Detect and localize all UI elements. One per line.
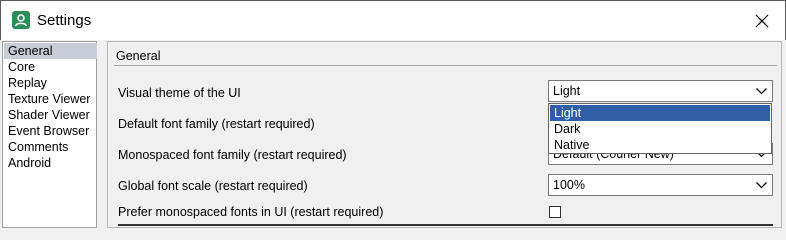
font-scale-select[interactable]: 100% xyxy=(548,174,773,196)
theme-option-native[interactable]: Native xyxy=(550,137,770,153)
settings-sidebar: General Core Replay Texture Viewer Shade… xyxy=(2,41,97,228)
mono-font-label: Monospaced font family (restart required… xyxy=(118,148,347,162)
theme-option-dark[interactable]: Dark xyxy=(550,121,770,137)
sidebar-item-shader-viewer[interactable]: Shader Viewer xyxy=(4,107,97,123)
font-scale-label: Global font scale (restart required) xyxy=(118,179,308,193)
sidebar-item-replay[interactable]: Replay xyxy=(4,75,97,91)
group-bottom-border xyxy=(118,224,773,226)
sidebar-item-core[interactable]: Core xyxy=(4,59,97,75)
window-title: Settings xyxy=(37,12,92,29)
font-scale-select-value: 100% xyxy=(553,178,585,192)
group-title: General xyxy=(116,49,161,63)
title-bar: Settings xyxy=(0,0,786,40)
sidebar-item-android[interactable]: Android xyxy=(4,155,97,171)
close-icon xyxy=(755,14,769,28)
group-divider xyxy=(114,65,777,66)
prefer-mono-checkbox[interactable] xyxy=(549,206,561,218)
chevron-down-icon xyxy=(756,88,767,95)
sidebar-item-texture-viewer[interactable]: Texture Viewer xyxy=(4,91,97,107)
theme-label: Visual theme of the UI xyxy=(118,86,241,100)
sidebar-item-general[interactable]: General xyxy=(4,43,97,59)
theme-option-light[interactable]: Light xyxy=(550,105,770,121)
person-icon xyxy=(12,11,30,29)
theme-select-value: Light xyxy=(553,84,581,98)
sidebar-item-event-browser[interactable]: Event Browser xyxy=(4,123,97,139)
sidebar-item-comments[interactable]: Comments xyxy=(4,139,97,155)
theme-dropdown-list: Light Dark Native xyxy=(548,103,772,154)
default-font-label: Default font family (restart required) xyxy=(118,117,315,131)
theme-select[interactable]: Light xyxy=(548,80,773,102)
prefer-mono-label: Prefer monospaced fonts in UI (restart r… xyxy=(118,205,384,219)
chevron-down-icon xyxy=(756,182,767,189)
close-button[interactable] xyxy=(739,1,785,41)
